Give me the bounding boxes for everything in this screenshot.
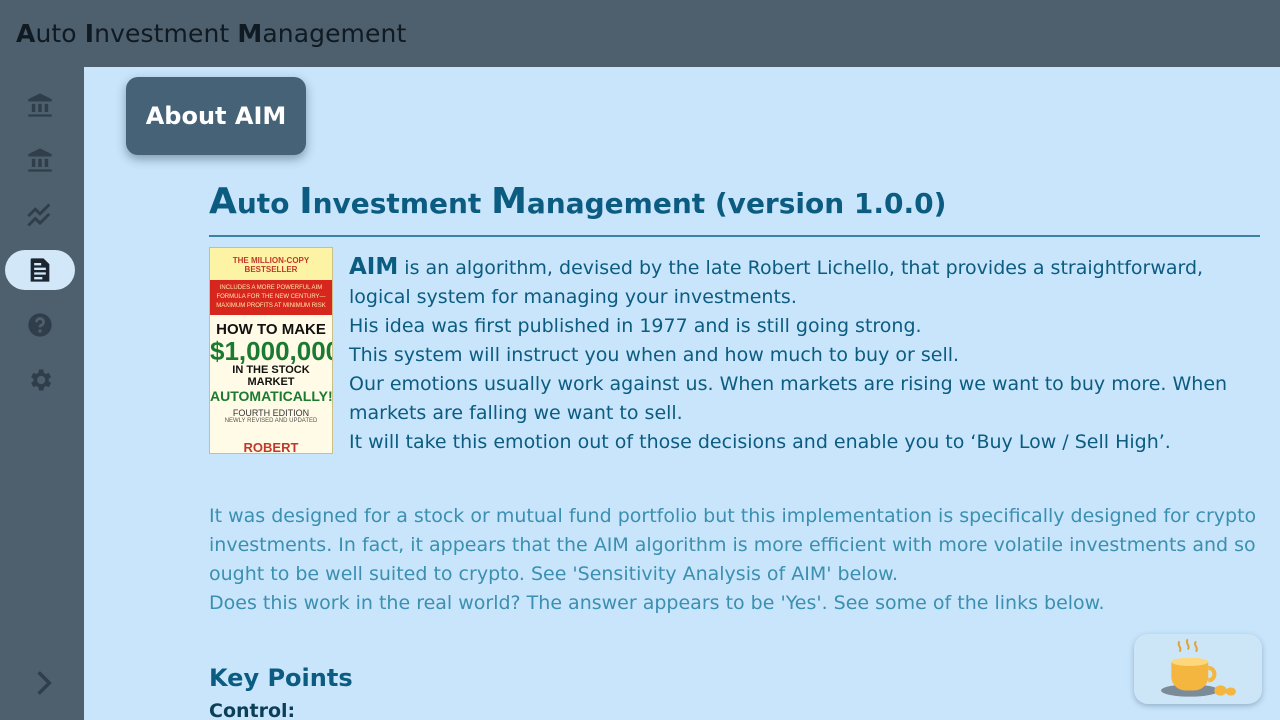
title-part: nvestment — [312, 187, 492, 220]
book-title-line2: $1,000,000 — [210, 336, 333, 366]
main-content[interactable]: About AIM Auto Investment Management (ve… — [84, 67, 1280, 720]
buy-me-coffee-button[interactable] — [1134, 634, 1262, 704]
control-label: Control: — [209, 700, 296, 720]
sidebar-item-charts[interactable] — [5, 195, 75, 235]
app-title-letter: I — [84, 19, 95, 48]
document-icon — [30, 258, 50, 282]
key-points-heading: Key Points — [209, 664, 353, 692]
book-banner: THE MILLION-COPY BESTSELLER — [210, 248, 332, 280]
title-version: (version 1.0.0) — [705, 187, 947, 220]
help-icon — [28, 313, 52, 337]
crypto-paragraph-line-1: It was designed for a stock or mutual fu… — [209, 505, 1257, 585]
bank-icon — [28, 93, 52, 117]
title-letter: A — [209, 181, 237, 222]
app-title-part: uto — [35, 19, 85, 48]
chart-line-icon — [27, 203, 51, 227]
app-title-letter: A — [16, 19, 36, 48]
sidebar-item-bank-2[interactable] — [5, 140, 75, 180]
intro-line-1-rest: is an algorithm, devised by the late Rob… — [349, 257, 1204, 308]
title-part: uto — [236, 187, 300, 220]
book-red-text: INCLUDES A MORE POWERFUL AIM FORMULA FOR… — [210, 280, 332, 315]
book-title-line4: AUTOMATICALLY! — [210, 388, 333, 404]
title-letter: I — [299, 181, 313, 222]
crypto-paragraph-line-2: Does this work in the real world? The an… — [209, 592, 1105, 614]
book-author: ROBERT LICHELLO — [243, 440, 299, 454]
top-bar: Auto Investment Management — [0, 0, 1280, 67]
title-letter: M — [491, 181, 527, 222]
coffee-cup-icon — [1161, 638, 1236, 697]
app-title-part: anagement — [262, 19, 407, 48]
sidebar-item-bank-1[interactable] — [5, 85, 75, 125]
sidebar-item-about[interactable] — [5, 250, 75, 290]
book-edition-sub: NEWLY REVISED AND UPDATED — [224, 418, 318, 424]
intro-line-4: Our emotions usually work against us. Wh… — [349, 373, 1228, 424]
crypto-paragraph: It was designed for a stock or mutual fu… — [209, 502, 1269, 618]
book-title-line3: IN THE STOCK MARKET — [232, 364, 310, 388]
page-title: Auto Investment Management (version 1.0.… — [209, 181, 946, 222]
chevron-right-icon — [37, 671, 52, 695]
aim-word: AIM — [349, 254, 399, 280]
book-cover-image: THE MILLION-COPY BESTSELLER INCLUDES A M… — [209, 247, 333, 454]
app-title-part: nvestment — [94, 19, 238, 48]
intro-line-3: This system will instruct you when and h… — [349, 344, 960, 366]
book-edition: FOURTH EDITION — [232, 408, 310, 418]
app-title: Auto Investment Management — [16, 17, 406, 51]
sidebar-expand-button[interactable] — [28, 667, 60, 699]
intro-line-1: AIM is an algorithm, devised by the late… — [349, 253, 1269, 312]
intro-line-5: It will take this emotion out of those d… — [349, 431, 1171, 453]
title-divider — [209, 235, 1260, 237]
title-part: anagement — [526, 187, 706, 220]
sidebar — [0, 67, 84, 720]
bank-icon — [28, 148, 52, 172]
app-title-letter: M — [237, 19, 263, 48]
about-aim-button[interactable]: About AIM — [126, 77, 306, 155]
sidebar-item-help[interactable] — [5, 305, 75, 345]
intro-text: AIM is an algorithm, devised by the late… — [349, 253, 1269, 457]
settings-icon — [31, 369, 52, 391]
sidebar-item-settings[interactable] — [5, 360, 75, 400]
intro-line-2: His idea was first published in 1977 and… — [349, 315, 922, 337]
